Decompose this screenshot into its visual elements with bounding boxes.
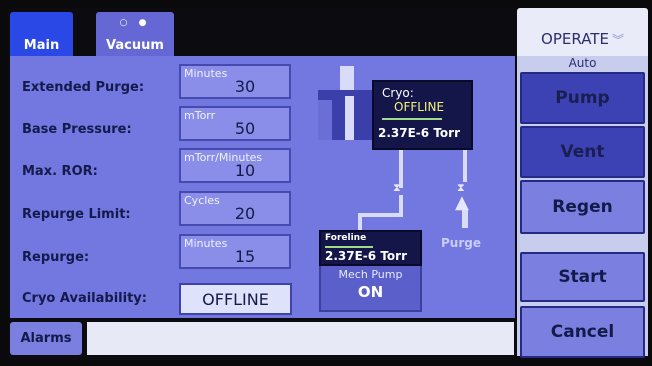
cryo-status-bar: [382, 118, 442, 120]
operate-header[interactable]: OPERATE ︾: [517, 8, 648, 56]
alarms-button[interactable]: Alarms: [10, 322, 82, 355]
field-value: 20: [234, 204, 256, 223]
operate-label: OPERATE: [541, 30, 609, 48]
foreline-drop: [358, 213, 362, 230]
tab-main-label: Main: [23, 38, 60, 53]
foreline-status-box: Foreline 2.37E-6 Torr: [319, 230, 422, 266]
repurge-label: Repurge:: [22, 250, 90, 265]
purge-inlet: [462, 210, 468, 228]
rough-valve-icon: ⧗: [393, 181, 401, 194]
mech-pump-label: Mech Pump: [338, 268, 403, 281]
base-pressure-field[interactable]: mTorr 50: [179, 106, 291, 141]
mech-pump-status: ON: [357, 283, 384, 301]
foreline-bar: [325, 246, 373, 248]
chevron-down-icon: ︾: [611, 32, 624, 47]
extended-purge-field[interactable]: Minutes 30: [179, 64, 291, 99]
cryo-pressure: 2.37E-6 Torr: [378, 126, 460, 140]
max-ror-field[interactable]: mTorr/Minutes 10: [179, 148, 291, 183]
field-value: 50: [234, 119, 256, 138]
repurge-limit-field[interactable]: Cycles 20: [179, 191, 291, 226]
cancel-button[interactable]: Cancel: [520, 306, 645, 358]
cryo-status-box: Cryo: OFFLINE 2.37E-6 Torr: [372, 80, 473, 150]
tab-main[interactable]: Main: [10, 12, 73, 56]
message-bar: [87, 322, 514, 355]
repurge-field[interactable]: Minutes 15: [179, 234, 291, 269]
extended-purge-label: Extended Purge:: [22, 80, 145, 95]
max-ror-label: Max. ROR:: [22, 164, 98, 179]
cryo-pump-flange: [318, 100, 332, 140]
tab-vacuum-label: Vacuum: [106, 38, 164, 53]
field-value: 10: [234, 161, 256, 180]
foreline-pipe: [358, 213, 403, 217]
cryo-availability-label: Cryo Availability:: [22, 291, 147, 306]
foreline-label: Foreline: [325, 233, 367, 243]
repurge-limit-label: Repurge Limit:: [22, 207, 131, 222]
field-value: 15: [234, 247, 256, 266]
cryo-pump-shaft: [345, 96, 354, 140]
purge-label: Purge: [441, 236, 481, 250]
foreline-pressure: 2.37E-6 Torr: [325, 249, 407, 263]
page-indicator-dots: ○ ●: [119, 18, 151, 28]
pump-button[interactable]: Pump: [520, 72, 645, 124]
cryo-availability-button[interactable]: OFFLINE: [179, 283, 292, 315]
mech-pump-box[interactable]: Mech Pump ON: [319, 266, 422, 312]
cryo-label: Cryo:: [382, 86, 414, 100]
base-pressure-label: Base Pressure:: [22, 122, 132, 137]
regen-button[interactable]: Regen: [520, 180, 645, 234]
mode-label: Auto: [568, 56, 597, 70]
purge-line: [463, 150, 467, 182]
start-button[interactable]: Start: [520, 252, 645, 302]
field-value: 30: [234, 77, 256, 96]
cryo-status: OFFLINE: [394, 100, 445, 114]
vent-button[interactable]: Vent: [520, 126, 645, 178]
tab-vacuum[interactable]: ○ ● Vacuum: [96, 12, 174, 56]
